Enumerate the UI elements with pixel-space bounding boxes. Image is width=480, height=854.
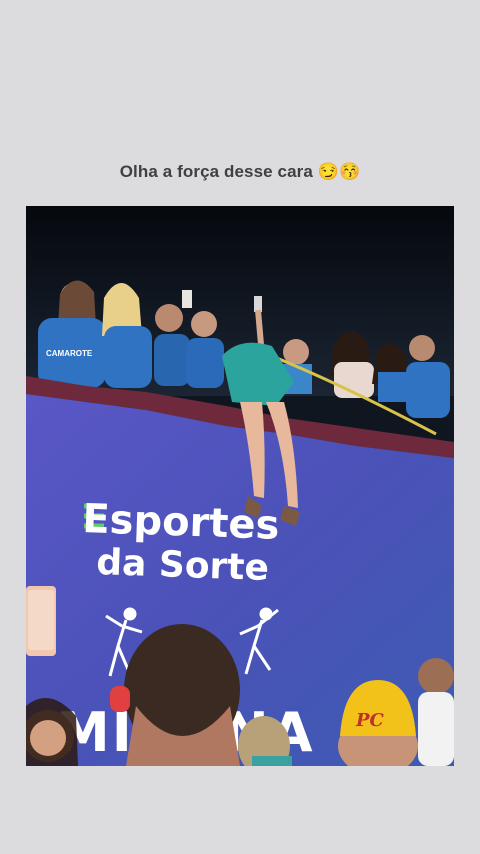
banner-line-1: Esportes — [82, 496, 281, 549]
cap-print: PC — [355, 710, 385, 731]
banner-line-2: da Sorte — [96, 542, 270, 589]
shirt-print: CAMAROTE — [46, 349, 93, 358]
event-photo[interactable]: CAMAROTE Esportes da Sorte MI DINA PC — [26, 206, 454, 766]
sponsor-logo: Esportes da Sorte — [82, 496, 281, 589]
post-caption: Olha a força desse cara 😏😚 — [119, 162, 361, 181]
